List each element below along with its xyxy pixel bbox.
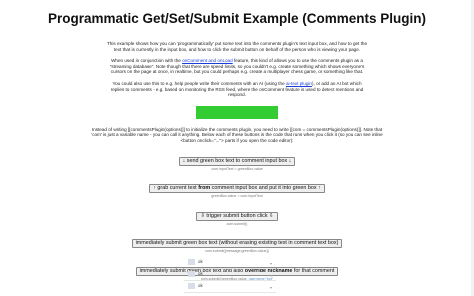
avatar <box>188 259 195 265</box>
ai-text-plugin-link[interactable]: ai-text plugin <box>286 81 312 86</box>
button-row-submit: immediately submit green box text (witho… <box>0 231 474 254</box>
comment-item: ok ▾ <box>184 257 276 269</box>
trigger-button-code: com.submit() <box>226 221 248 226</box>
instructions-paragraph: Instead of writing [[commentsPlugin(opti… <box>91 126 383 143</box>
comment-text: ok <box>198 283 203 288</box>
button-row-grab: ↑ grab current text from comment input b… <box>0 176 474 199</box>
comment-text: ok <box>198 259 203 264</box>
grab-button-code: greenBox.value = com.inputText <box>211 194 263 199</box>
send-to-input-button[interactable]: ↓ send green box text to comment input b… <box>178 156 296 166</box>
comments-list: ok ▾ ok ▾ ok ▾ <box>184 257 276 293</box>
comment-menu-icon[interactable]: ▾ <box>270 273 272 278</box>
button-row-send: ↓ send green box text to comment input b… <box>0 149 474 172</box>
ai-paragraph: You could also use this to e.g. help peo… <box>106 81 368 98</box>
ai-text-before: You could also use this to e.g. help peo… <box>112 80 286 86</box>
comment-item: ok ▾ <box>184 281 276 293</box>
trigger-submit-button[interactable]: ⇩ trigger submit button click ⇩ <box>196 211 278 221</box>
comment-text: ok <box>198 271 203 276</box>
comment-menu-icon[interactable]: ▾ <box>270 285 272 290</box>
avatar <box>188 283 195 289</box>
green-text-box[interactable] <box>196 105 278 119</box>
page-title: Programmatic Get/Set/Submit Example (Com… <box>47 11 427 26</box>
grab-from-input-button[interactable]: ↑ grab current text from comment input b… <box>149 184 325 194</box>
oncomment-text-before: When used in conjunction with the <box>111 58 183 64</box>
comment-item: ok ▾ <box>184 269 276 281</box>
oncomment-paragraph: When used in conjunction with the onComm… <box>106 58 368 75</box>
intro-paragraph: This example shows how you can 'programm… <box>106 41 367 52</box>
immediate-submit-button[interactable]: immediately submit green box text (witho… <box>131 239 343 249</box>
send-button-code: com.inputText = greenBox.value <box>211 166 263 171</box>
page: Programmatic Get/Set/Submit Example (Com… <box>0 0 474 296</box>
avatar <box>188 271 195 277</box>
immediate-submit-code: com.submit({message:greenBox.value}) <box>205 249 269 254</box>
comment-menu-icon[interactable]: ▾ <box>270 261 272 266</box>
oncomment-link[interactable]: onComment and onLoad <box>182 58 233 63</box>
button-row-trigger: ⇩ trigger submit button click ⇩ com.subm… <box>0 204 474 227</box>
